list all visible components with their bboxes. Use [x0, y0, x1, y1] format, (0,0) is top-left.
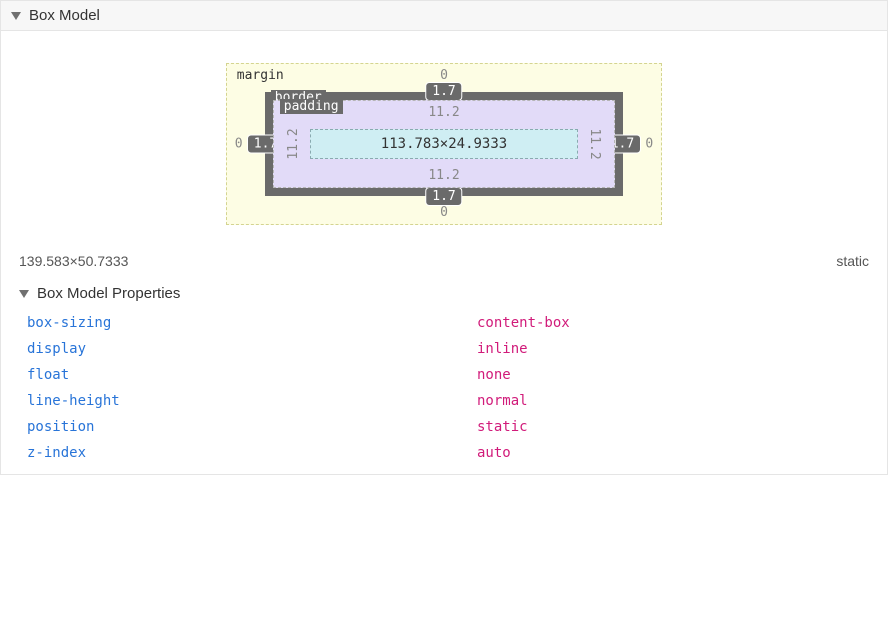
box-model-properties-header[interactable]: Box Model Properties: [1, 281, 887, 308]
border-bottom-value[interactable]: 1.7: [425, 187, 462, 206]
padding-region[interactable]: padding 11.2 11.2 11.2 11.2 113.783×24.9…: [273, 100, 615, 188]
property-name[interactable]: position: [27, 419, 477, 435]
property-row: z-index auto: [27, 440, 887, 466]
property-name[interactable]: line-height: [27, 393, 477, 409]
border-region[interactable]: border 1.7 1.7 1.7 1.7 padding 11.2 11.2…: [265, 92, 623, 196]
property-value[interactable]: inline: [477, 341, 528, 357]
property-name[interactable]: display: [27, 341, 477, 357]
padding-top-value[interactable]: 11.2: [428, 105, 459, 120]
property-row: box-sizing content-box: [27, 310, 887, 336]
margin-right-value[interactable]: 0: [645, 137, 653, 152]
property-row: float none: [27, 362, 887, 388]
properties-table: box-sizing content-box display inline fl…: [1, 308, 887, 472]
margin-bottom-value[interactable]: 0: [440, 205, 448, 220]
properties-title: Box Model Properties: [37, 285, 180, 302]
box-model-diagram: margin 0 0 0 0 border 1.7 1.7 1.7 1.7 pa…: [1, 33, 887, 245]
property-value[interactable]: static: [477, 419, 528, 435]
padding-bottom-value[interactable]: 11.2: [428, 168, 459, 183]
box-model-panel: margin 0 0 0 0 border 1.7 1.7 1.7 1.7 pa…: [0, 31, 888, 475]
margin-label: margin: [237, 68, 284, 83]
element-size: 139.583×50.7333: [19, 253, 128, 269]
chevron-down-icon: [19, 290, 29, 298]
property-value[interactable]: none: [477, 367, 511, 383]
box-model-header[interactable]: Box Model: [0, 0, 888, 31]
property-value[interactable]: auto: [477, 445, 511, 461]
chevron-down-icon: [11, 12, 21, 20]
content-dimensions: 113.783×24.9333: [381, 136, 507, 152]
section-title: Box Model: [29, 7, 100, 24]
border-top-value[interactable]: 1.7: [425, 82, 462, 101]
margin-left-value[interactable]: 0: [235, 137, 243, 152]
property-name[interactable]: box-sizing: [27, 315, 477, 331]
margin-top-value[interactable]: 0: [440, 68, 448, 83]
property-value[interactable]: normal: [477, 393, 528, 409]
property-row: display inline: [27, 336, 887, 362]
margin-region[interactable]: margin 0 0 0 0 border 1.7 1.7 1.7 1.7 pa…: [226, 63, 662, 225]
property-value[interactable]: content-box: [477, 315, 570, 331]
content-region[interactable]: 113.783×24.9333: [310, 129, 578, 159]
dimensions-row: 139.583×50.7333 static: [1, 245, 887, 281]
padding-left-value[interactable]: 11.2: [286, 128, 301, 159]
property-name[interactable]: float: [27, 367, 477, 383]
property-row: position static: [27, 414, 887, 440]
padding-label: padding: [280, 99, 343, 114]
property-row: line-height normal: [27, 388, 887, 414]
padding-right-value[interactable]: 11.2: [587, 128, 602, 159]
property-name[interactable]: z-index: [27, 445, 477, 461]
element-position-mode: static: [836, 253, 869, 269]
